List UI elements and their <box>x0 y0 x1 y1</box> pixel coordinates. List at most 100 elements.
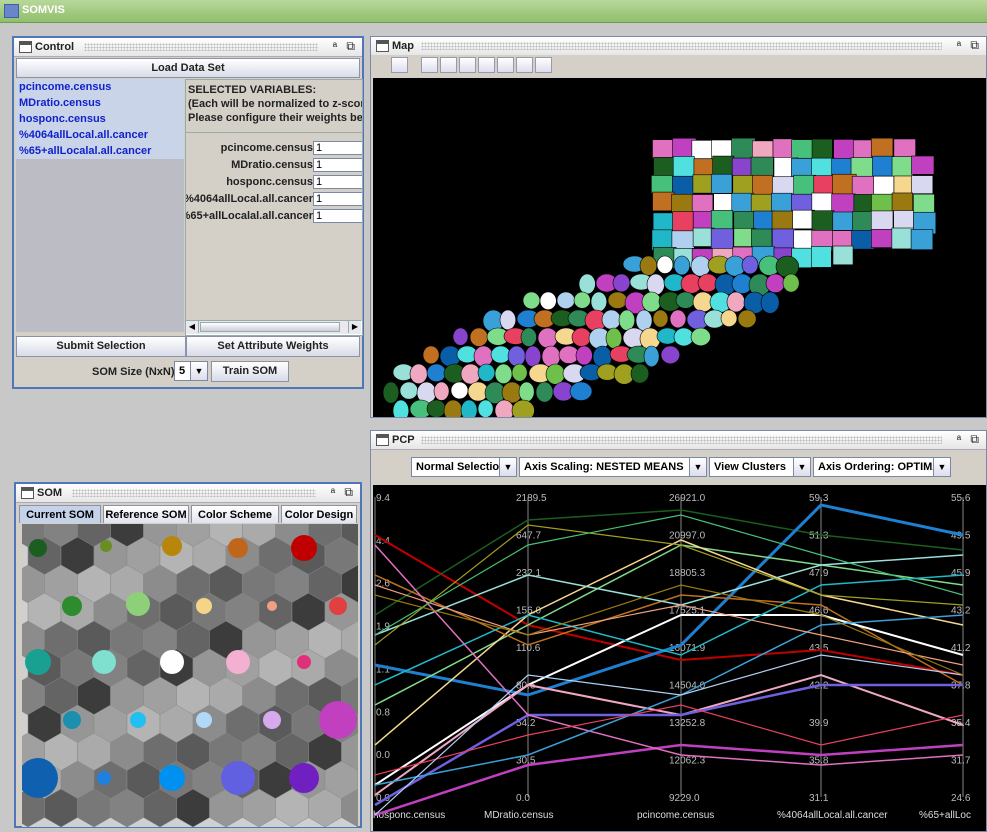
map-county[interactable] <box>873 175 895 196</box>
map-county[interactable] <box>669 309 687 329</box>
som-node-circle[interactable] <box>291 535 317 561</box>
som-node-circle[interactable] <box>92 650 116 674</box>
som-node-circle[interactable] <box>63 711 81 729</box>
map-county[interactable] <box>791 193 816 213</box>
home-icon[interactable] <box>459 57 476 73</box>
map-county[interactable] <box>590 291 608 312</box>
map-county[interactable] <box>433 381 450 401</box>
map-county[interactable] <box>477 399 494 417</box>
map-county[interactable] <box>382 381 400 404</box>
map-county[interactable] <box>710 228 734 250</box>
map-county[interactable] <box>569 381 593 401</box>
som-node-circle[interactable] <box>289 763 319 793</box>
map-county[interactable] <box>607 291 628 309</box>
map-canvas[interactable] <box>373 78 986 417</box>
som-node-circle[interactable] <box>29 539 47 557</box>
map-county[interactable] <box>399 381 419 400</box>
som-node-circle[interactable] <box>130 712 146 728</box>
pcp-data-line[interactable] <box>374 654 964 816</box>
zoom-out-icon[interactable] <box>440 57 457 73</box>
load-data-set-button[interactable]: Load Data Set <box>16 58 360 78</box>
pan-hand-icon[interactable] <box>478 57 495 73</box>
map-county[interactable] <box>852 139 875 160</box>
map-county[interactable] <box>573 291 591 309</box>
chevron-down-icon[interactable]: ▼ <box>689 458 706 476</box>
map-county[interactable] <box>713 193 735 213</box>
chevron-down-icon[interactable]: ▼ <box>499 458 516 476</box>
map-county[interactable] <box>851 175 876 197</box>
map-county[interactable] <box>392 399 410 417</box>
map-county[interactable] <box>891 156 914 179</box>
som-titlebar[interactable]: SOM ᵃ ⧉ <box>16 484 360 503</box>
som-node-circle[interactable] <box>97 771 111 785</box>
map-county[interactable] <box>710 173 733 194</box>
map-county[interactable] <box>741 255 759 275</box>
som-node-circle[interactable] <box>196 712 212 728</box>
map-county[interactable] <box>765 273 786 293</box>
map-county[interactable] <box>910 229 934 250</box>
map-county[interactable] <box>522 291 541 310</box>
map-county[interactable] <box>810 246 832 268</box>
som-node-circle[interactable] <box>228 538 248 558</box>
map-county[interactable] <box>697 273 718 293</box>
map-county[interactable] <box>673 255 691 276</box>
map-county[interactable] <box>490 345 511 364</box>
map-county[interactable] <box>537 327 558 349</box>
map-county[interactable] <box>771 228 796 250</box>
map-county[interactable] <box>870 210 894 232</box>
weight-field[interactable]: 1 <box>313 209 362 223</box>
som-canvas[interactable] <box>22 524 358 827</box>
map-county[interactable] <box>852 211 873 233</box>
som-node-circle[interactable] <box>267 601 277 611</box>
som-node-circle[interactable] <box>100 540 112 552</box>
map-county[interactable] <box>545 363 566 385</box>
map-county[interactable] <box>630 363 650 384</box>
window-controls[interactable]: ᵃ ⧉ <box>957 38 982 53</box>
map-county[interactable] <box>750 156 774 178</box>
map-county[interactable] <box>811 138 833 162</box>
pcp-titlebar[interactable]: PCP ᵃ ⧉ <box>371 431 986 450</box>
map-county[interactable] <box>535 381 554 403</box>
grid-icon[interactable] <box>535 57 552 73</box>
map-county[interactable] <box>612 273 631 293</box>
map-county[interactable] <box>601 309 622 330</box>
full-extent-icon[interactable] <box>497 57 514 73</box>
map-county[interactable] <box>833 139 855 161</box>
weight-field[interactable]: 1 <box>313 141 362 155</box>
map-county[interactable] <box>641 291 662 313</box>
som-node-circle[interactable] <box>159 765 185 791</box>
list-item[interactable]: hosponc.census <box>16 111 184 127</box>
map-county[interactable] <box>891 227 914 250</box>
map-county[interactable] <box>452 327 469 346</box>
map-county[interactable] <box>913 193 935 215</box>
tab-color-design[interactable]: Color Design <box>281 505 357 523</box>
list-item[interactable]: pcincome.census <box>16 79 184 95</box>
map-county[interactable] <box>499 309 517 331</box>
map-county[interactable] <box>426 363 447 382</box>
map-county[interactable] <box>726 291 746 313</box>
map-county[interactable] <box>691 140 715 159</box>
map-county[interactable] <box>775 255 800 278</box>
map-county[interactable] <box>652 309 669 328</box>
som-size-select[interactable]: 5 ▼ <box>174 361 208 381</box>
map-county[interactable] <box>792 209 815 230</box>
train-som-button[interactable]: Train SOM <box>211 361 289 382</box>
weight-field[interactable]: 1 <box>313 175 362 189</box>
map-county[interactable] <box>831 158 853 177</box>
selection-mode-select[interactable]: Normal Selection ▼ <box>411 457 517 477</box>
set-attribute-weights-button[interactable]: Set Attribute Weights <box>186 336 360 357</box>
map-county[interactable] <box>460 363 481 385</box>
zoom-in-icon[interactable] <box>421 57 438 73</box>
list-item[interactable]: MDratio.census <box>16 95 184 111</box>
map-county[interactable] <box>712 155 735 176</box>
map-county[interactable] <box>539 291 557 310</box>
map-county[interactable] <box>639 255 658 276</box>
chevron-down-icon[interactable]: ▼ <box>190 362 207 380</box>
window-controls[interactable]: ᵃ ⧉ <box>333 39 358 54</box>
identify-icon[interactable] <box>516 57 533 73</box>
map-county[interactable] <box>652 212 676 233</box>
map-county[interactable] <box>518 381 535 402</box>
weight-field[interactable]: 1 <box>313 192 362 206</box>
som-node-circle[interactable] <box>263 711 281 729</box>
som-node-circle[interactable] <box>329 597 347 615</box>
